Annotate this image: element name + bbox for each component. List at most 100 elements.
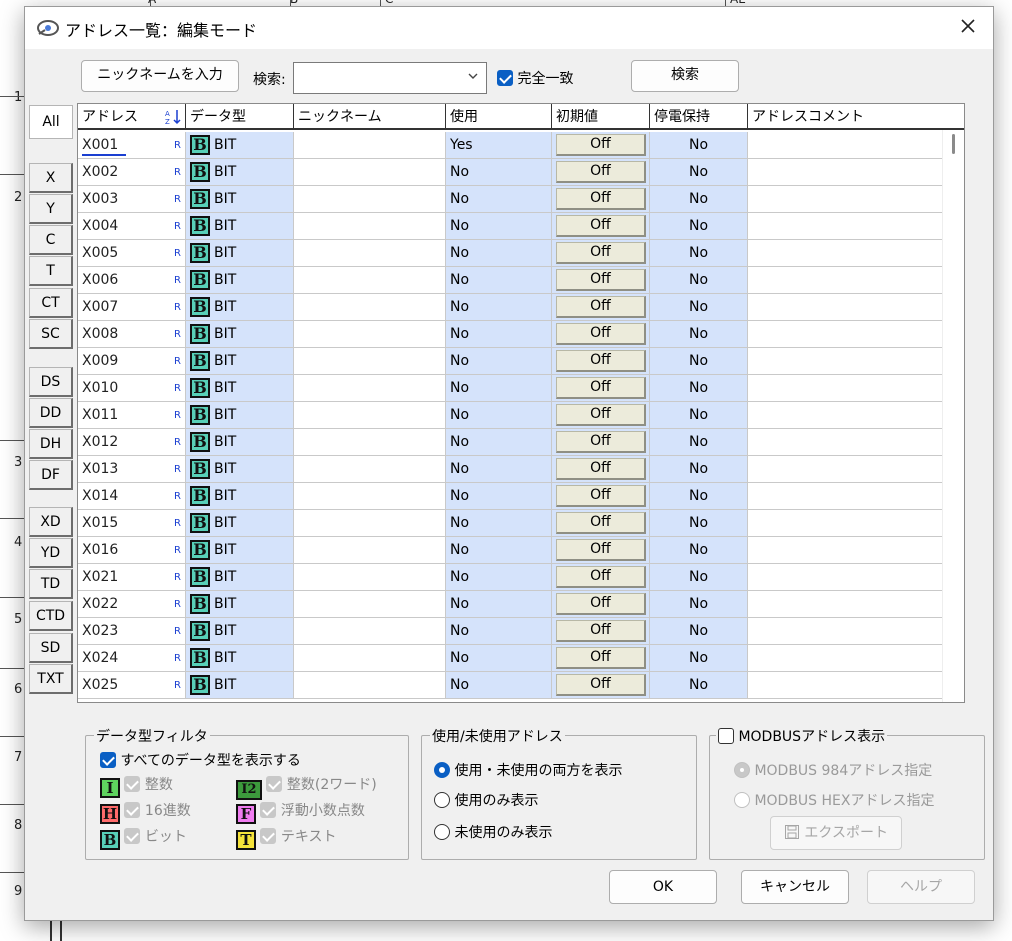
table-row[interactable]: X010 R B BIT No Off No xyxy=(78,375,964,402)
table-row[interactable]: X006 R B BIT No Off No xyxy=(78,267,964,294)
radio-used-and-unused[interactable]: 使用・未使用の両方を表示 xyxy=(434,760,622,780)
cell-nickname[interactable] xyxy=(294,267,446,294)
tab-ds[interactable]: DS xyxy=(29,367,73,397)
cell-type[interactable]: B BIT xyxy=(186,483,294,510)
cell-type[interactable]: B BIT xyxy=(186,348,294,375)
cell-type[interactable]: B BIT xyxy=(186,375,294,402)
cell-retentive[interactable]: No xyxy=(650,267,748,294)
initial-value-button[interactable]: Off xyxy=(556,377,646,399)
tab-sd[interactable]: SD xyxy=(29,633,73,663)
cell-nickname[interactable] xyxy=(294,483,446,510)
cell-address[interactable]: X024 R xyxy=(78,645,186,672)
cell-comment[interactable] xyxy=(748,321,964,348)
cell-type[interactable]: B BIT xyxy=(186,591,294,618)
cell-comment[interactable] xyxy=(748,510,964,537)
cell-address[interactable]: X001 R xyxy=(78,132,186,159)
radio-used-only[interactable]: 使用のみ表示 xyxy=(434,790,538,810)
cell-retentive[interactable]: No xyxy=(650,321,748,348)
cell-nickname[interactable] xyxy=(294,402,446,429)
initial-value-button[interactable]: Off xyxy=(556,269,646,291)
cell-comment[interactable] xyxy=(748,537,964,564)
cell-type[interactable]: B BIT xyxy=(186,429,294,456)
column-header-type[interactable]: データ型 xyxy=(186,104,294,130)
table-row[interactable]: X021 R B BIT No Off No xyxy=(78,564,964,591)
tab-xd[interactable]: XD xyxy=(29,507,73,537)
column-header-comment[interactable]: アドレスコメント xyxy=(748,104,964,130)
cell-comment[interactable] xyxy=(748,213,964,240)
table-row[interactable]: X007 R B BIT No Off No xyxy=(78,294,964,321)
cell-address[interactable]: X023 R xyxy=(78,618,186,645)
initial-value-button[interactable]: Off xyxy=(556,620,646,642)
table-row[interactable]: X013 R B BIT No Off No xyxy=(78,456,964,483)
cell-nickname[interactable] xyxy=(294,159,446,186)
cell-retentive[interactable]: No xyxy=(650,375,748,402)
cell-nickname[interactable] xyxy=(294,294,446,321)
cell-retentive[interactable]: No xyxy=(650,159,748,186)
table-row[interactable]: X003 R B BIT No Off No xyxy=(78,186,964,213)
exact-match-checkbox[interactable]: 完全一致 xyxy=(497,68,573,88)
cell-address[interactable]: X002 R xyxy=(78,159,186,186)
tab-ctd[interactable]: CTD xyxy=(29,601,73,631)
cell-nickname[interactable] xyxy=(294,132,446,159)
cell-nickname[interactable] xyxy=(294,348,446,375)
cell-type[interactable]: B BIT xyxy=(186,213,294,240)
cell-retentive[interactable]: No xyxy=(650,240,748,267)
scroll-thumb[interactable] xyxy=(952,134,955,154)
table-row[interactable]: X023 R B BIT No Off No xyxy=(78,618,964,645)
cell-comment[interactable] xyxy=(748,483,964,510)
table-row[interactable]: X004 R B BIT No Off No xyxy=(78,213,964,240)
cell-comment[interactable] xyxy=(748,348,964,375)
radio-unused-only[interactable]: 未使用のみ表示 xyxy=(434,822,552,842)
tab-t[interactable]: T xyxy=(29,256,73,286)
cell-nickname[interactable] xyxy=(294,240,446,267)
vertical-scrollbar[interactable] xyxy=(942,130,964,702)
initial-value-button[interactable]: Off xyxy=(556,215,646,237)
column-header-address[interactable]: アドレス A Z xyxy=(78,104,186,130)
initial-value-button[interactable]: Off xyxy=(556,647,646,669)
tab-txt[interactable]: TXT xyxy=(29,664,73,694)
cell-type[interactable]: B BIT xyxy=(186,402,294,429)
chevron-down-icon[interactable] xyxy=(468,71,478,81)
cell-nickname[interactable] xyxy=(294,213,446,240)
tab-x[interactable]: X xyxy=(29,163,73,193)
cell-retentive[interactable]: No xyxy=(650,645,748,672)
ok-button[interactable]: OK xyxy=(609,870,717,904)
cell-retentive[interactable]: No xyxy=(650,213,748,240)
cell-type[interactable]: B BIT xyxy=(186,510,294,537)
cell-retentive[interactable]: No xyxy=(650,591,748,618)
tab-dd[interactable]: DD xyxy=(29,398,73,428)
cancel-button[interactable]: キャンセル xyxy=(741,870,849,904)
cell-address[interactable]: X014 R xyxy=(78,483,186,510)
cell-nickname[interactable] xyxy=(294,564,446,591)
cell-nickname[interactable] xyxy=(294,618,446,645)
tab-c[interactable]: C xyxy=(29,225,73,255)
cell-retentive[interactable]: No xyxy=(650,510,748,537)
cell-address[interactable]: X022 R xyxy=(78,591,186,618)
column-header-used[interactable]: 使用 xyxy=(446,104,552,130)
initial-value-button[interactable]: Off xyxy=(556,161,646,183)
cell-retentive[interactable]: No xyxy=(650,348,748,375)
initial-value-button[interactable]: Off xyxy=(556,242,646,264)
cell-comment[interactable] xyxy=(748,672,964,699)
close-button[interactable] xyxy=(955,15,981,41)
tab-dh[interactable]: DH xyxy=(29,429,73,459)
cell-retentive[interactable]: No xyxy=(650,537,748,564)
initial-value-button[interactable]: Off xyxy=(556,593,646,615)
table-row[interactable]: X014 R B BIT No Off No xyxy=(78,483,964,510)
cell-type[interactable]: B BIT xyxy=(186,564,294,591)
initial-value-button[interactable]: Off xyxy=(556,188,646,210)
cell-comment[interactable] xyxy=(748,591,964,618)
table-row[interactable]: X008 R B BIT No Off No xyxy=(78,321,964,348)
cell-comment[interactable] xyxy=(748,294,964,321)
cell-address[interactable]: X003 R xyxy=(78,186,186,213)
cell-retentive[interactable]: No xyxy=(650,672,748,699)
export-button[interactable]: エクスポート xyxy=(770,816,902,850)
initial-value-button[interactable]: Off xyxy=(556,296,646,318)
modbus-toggle[interactable]: MODBUSアドレス表示 xyxy=(716,726,888,746)
cell-type[interactable]: B BIT xyxy=(186,537,294,564)
cell-address[interactable]: X005 R xyxy=(78,240,186,267)
search-button[interactable]: 検索 xyxy=(631,60,739,92)
cell-address[interactable]: X025 R xyxy=(78,672,186,699)
cell-retentive[interactable]: No xyxy=(650,402,748,429)
filter-item-text[interactable]: T テキスト xyxy=(236,826,337,850)
